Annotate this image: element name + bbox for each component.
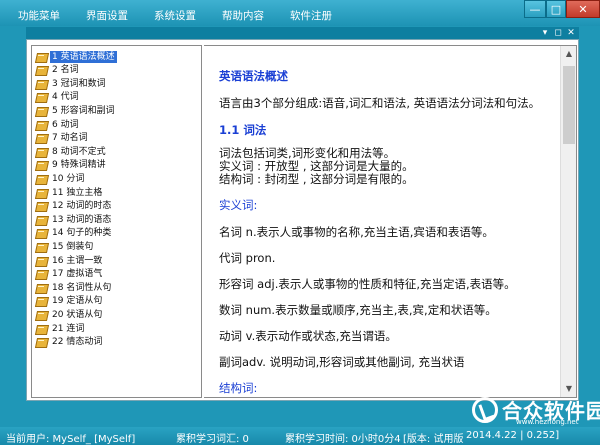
book-icon [36, 296, 47, 306]
status-version: [版本: 试用版 [403, 434, 464, 445]
title-bar: 功能菜单 界面设置 系统设置 帮助内容 软件注册 — □ ✕ [0, 0, 600, 26]
content-line: 结构词 : 封闭型 , 这部分词是有限的。 [219, 172, 414, 186]
status-user: 当前用户: MySelf_ [MySelf] [6, 434, 136, 445]
content-pane: 英语语法概述 语言由3个部分组成:语音,词汇和语法, 英语语法分词法和句法。 1… [204, 45, 577, 398]
content-intro: 语言由3个部分组成:语音,词汇和语法, 英语语法分词法和句法。 [219, 96, 541, 110]
tree-item[interactable]: 5 形容词和副词 [36, 104, 117, 117]
tree-item[interactable]: 16 主谓一致 [36, 254, 104, 267]
book-icon [36, 65, 47, 75]
panel-close-icon[interactable]: ✕ [566, 28, 576, 38]
tree-item[interactable]: 19 定语从句 [36, 295, 104, 308]
tree-item[interactable]: 15 倒装句 [36, 240, 95, 253]
book-icon [36, 120, 47, 130]
book-icon [36, 242, 47, 252]
section-heading: 1.1 词法 [219, 123, 267, 137]
subheading-structure-words: 结构词: [219, 381, 258, 395]
book-icon [36, 215, 47, 225]
tree-item[interactable]: 21 连词 [36, 322, 86, 335]
tree-item[interactable]: 2 名词 [36, 64, 81, 77]
tree-item[interactable]: 6 动词 [36, 118, 81, 131]
book-icon [36, 106, 47, 116]
scroll-thumb[interactable] [563, 66, 575, 144]
book-icon [36, 283, 47, 293]
tree-item[interactable]: 7 动名词 [36, 132, 90, 145]
tree-item[interactable]: 18 名词性从句 [36, 281, 113, 294]
main-panel: 1 英语语法概述 2 名词 3 冠词和数词 4 代词 5 形容词和副词 6 动词… [26, 39, 579, 401]
panel-toolbar: ▾ ◻ ✕ [26, 27, 579, 39]
book-icon [36, 269, 47, 279]
book-icon [36, 188, 47, 198]
book-icon [36, 52, 47, 62]
content-line: 代词 pron. [219, 251, 276, 265]
status-bar: 当前用户: MySelf_ [MySelf] 累积学习词汇: 0 累积学习时间:… [0, 427, 600, 445]
book-icon [36, 310, 47, 320]
content-title: 英语语法概述 [219, 69, 288, 83]
book-icon [36, 228, 47, 238]
vertical-scrollbar[interactable]: ▲ ▼ [560, 46, 576, 397]
watermark-logo: 合众软件园 www.hezhong.net [472, 394, 600, 428]
book-icon [36, 133, 47, 143]
menu-system-settings[interactable]: 系统设置 [154, 8, 196, 23]
status-words: 累积学习词汇: 0 [176, 434, 249, 445]
content-line: 副词adv. 说明动词,形容词或其他副词, 充当状语 [219, 355, 465, 369]
status-time: 累积学习时间: 0小时0分4 [285, 434, 401, 445]
maximize-button[interactable]: □ [546, 0, 566, 18]
tree-item[interactable]: 1 英语语法概述 [36, 50, 117, 63]
menu-interface-settings[interactable]: 界面设置 [86, 8, 128, 23]
menu-help[interactable]: 帮助内容 [222, 8, 264, 23]
restore-icon[interactable]: ◻ [553, 28, 563, 38]
tree-item[interactable]: 17 虚拟语气 [36, 268, 104, 281]
book-icon [36, 256, 47, 266]
book-icon [36, 79, 47, 89]
logo-icon [472, 397, 498, 423]
tree-item[interactable]: 13 动词的语态 [36, 213, 113, 226]
tree-item[interactable]: 8 动词不定式 [36, 145, 108, 158]
tree-item[interactable]: 14 句子的种类 [36, 227, 113, 240]
chapter-tree: 1 英语语法概述 2 名词 3 冠词和数词 4 代词 5 形容词和副词 6 动词… [31, 45, 202, 398]
minimize-button[interactable]: — [524, 0, 546, 18]
tree-item[interactable]: 12 动词的时态 [36, 200, 113, 213]
content-line: 数词 num.表示数量或顺序,充当主,表,宾,定和状语等。 [219, 303, 497, 317]
subheading-content-words: 实义词: [219, 198, 258, 212]
tree-item[interactable]: 20 状语从句 [36, 308, 104, 321]
scroll-up-icon[interactable]: ▲ [561, 46, 576, 62]
watermark-url: www.hezhong.net [516, 418, 579, 426]
main-menu: 功能菜单 界面设置 系统设置 帮助内容 软件注册 [0, 8, 358, 23]
book-icon [36, 92, 47, 102]
content-line: 形容词 adj.表示人或事物的性质和特征,充当定语,表语等。 [219, 277, 516, 291]
close-button[interactable]: ✕ [566, 0, 600, 18]
status-date: 2014.4.22 | 0.252] [466, 430, 560, 441]
book-icon [36, 174, 47, 184]
book-icon [36, 147, 47, 157]
menu-function[interactable]: 功能菜单 [18, 8, 60, 23]
menu-register[interactable]: 软件注册 [290, 8, 332, 23]
book-icon [36, 160, 47, 170]
dropdown-icon[interactable]: ▾ [540, 28, 550, 38]
book-icon [36, 337, 47, 347]
tree-item[interactable]: 3 冠词和数词 [36, 77, 108, 90]
content-line: 动词 v.表示动作或状态,充当谓语。 [219, 329, 397, 343]
book-icon [36, 324, 47, 334]
book-icon [36, 201, 47, 211]
content-line: 名词 n.表示人或事物的名称,充当主语,宾语和表语等。 [219, 225, 494, 239]
tree-item[interactable]: 9 特殊词精讲 [36, 159, 108, 172]
tree-item[interactable]: 22 情态动词 [36, 336, 104, 349]
tree-item[interactable]: 4 代词 [36, 91, 81, 104]
tree-item[interactable]: 11 独立主格 [36, 186, 104, 199]
tree-item[interactable]: 10 分词 [36, 172, 86, 185]
